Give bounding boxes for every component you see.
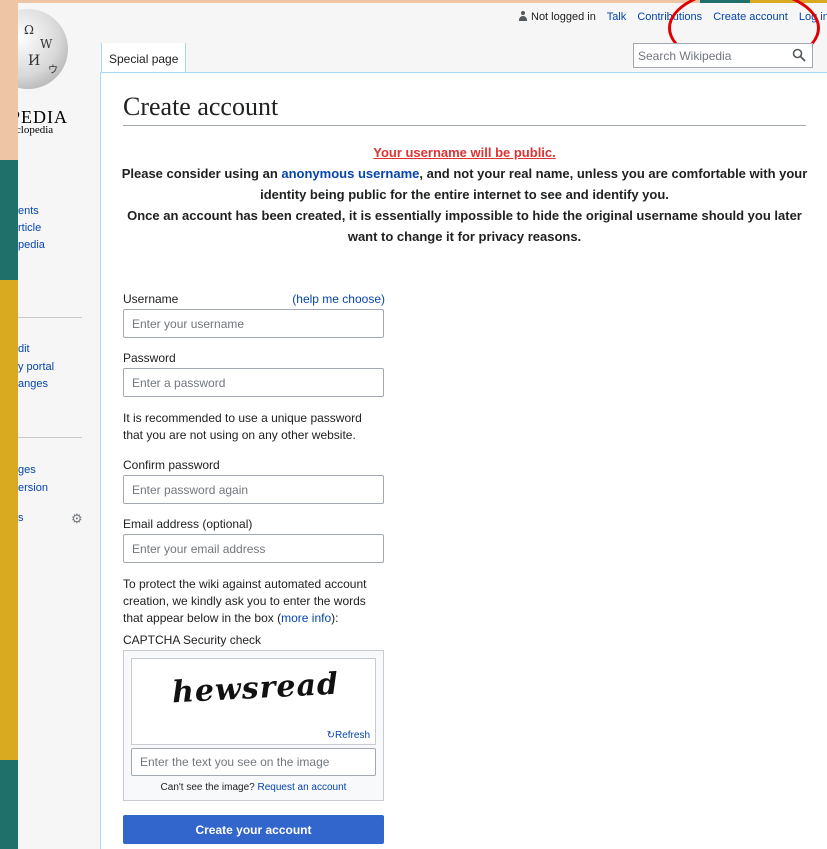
- captcha-image: hewsread ↻Refresh: [131, 658, 376, 745]
- sidebar-item-languages[interactable]: s: [18, 512, 24, 524]
- search-box: [633, 43, 813, 68]
- warning-anonymity-text: Please consider using an anonymous usern…: [121, 166, 808, 202]
- refresh-icon: ↻: [326, 730, 335, 741]
- email-label: Email address (optional): [123, 517, 253, 531]
- create-account-button[interactable]: Create your account: [123, 815, 384, 844]
- search-input[interactable]: [634, 44, 789, 67]
- user-icon: [518, 11, 528, 21]
- captcha-note: To protect the wiki against automated ac…: [123, 577, 367, 625]
- gear-icon[interactable]: ⚙: [71, 511, 83, 527]
- password-input[interactable]: [123, 368, 384, 397]
- username-input[interactable]: [123, 309, 384, 338]
- wikipedia-globe-logo[interactable]: Ω W И ウ: [18, 9, 68, 89]
- help-me-choose-link[interactable]: (help me choose): [292, 292, 385, 306]
- sidebar-item-about-wikipedia[interactable]: pedia: [18, 239, 45, 251]
- sidebar-item-printable-version[interactable]: ersion: [18, 482, 48, 494]
- left-edge-decoration: [0, 0, 18, 849]
- sidebar-item-current-events[interactable]: ents: [18, 205, 39, 217]
- email-field-group: Email address (optional): [123, 517, 385, 563]
- refresh-captcha-button[interactable]: ↻Refresh: [327, 730, 370, 741]
- main-content: Create account Your username will be pub…: [100, 72, 827, 849]
- sidebar-divider: [18, 437, 82, 438]
- captcha-label: CAPTCHA Security check: [123, 633, 262, 647]
- search-icon[interactable]: [792, 48, 806, 62]
- warning-public-notice: Your username will be public.: [373, 145, 556, 160]
- sidebar-item-random-article[interactable]: rticle: [18, 222, 41, 234]
- captcha-word: hewsread: [171, 666, 340, 711]
- sidebar: Ω W И ウ PEDIA ncyclopedia ents rticle pe…: [18, 3, 100, 849]
- sidebar-item-recent-changes[interactable]: anges: [18, 378, 48, 390]
- email-input[interactable]: [123, 534, 384, 563]
- confirm-password-label: Confirm password: [123, 458, 220, 472]
- password-field-group: Password: [123, 351, 385, 397]
- more-info-link[interactable]: more info: [281, 611, 331, 625]
- password-note: It is recommended to use a unique passwo…: [123, 411, 362, 442]
- talk-link[interactable]: Talk: [607, 11, 627, 23]
- captcha-help: Can't see the image? Request an account: [160, 782, 347, 793]
- page-title: Create account: [123, 92, 806, 126]
- captcha-input[interactable]: [131, 748, 376, 776]
- not-logged-in-status: Not logged in: [518, 11, 596, 23]
- username-label: Username: [123, 292, 179, 306]
- warning-permanence-text: Once an account has been created, it is …: [127, 208, 802, 244]
- request-account-link[interactable]: Request an account: [258, 782, 347, 793]
- password-label: Password: [123, 351, 176, 365]
- captcha-box: hewsread ↻Refresh Can't see the image? R…: [123, 650, 384, 801]
- tab-special-page[interactable]: Special page: [101, 43, 187, 73]
- confirm-password-input[interactable]: [123, 475, 384, 504]
- sidebar-item-special-pages[interactable]: ges: [18, 464, 36, 476]
- sidebar-item-community-portal[interactable]: y portal: [18, 361, 54, 373]
- username-field-group: Username (help me choose): [123, 292, 385, 338]
- username-public-warning: Your username will be public. Please con…: [101, 142, 827, 247]
- confirm-password-field-group: Confirm password: [123, 458, 385, 504]
- wikipedia-tagline: ncyclopedia: [18, 124, 54, 136]
- sidebar-item-learn-to-edit[interactable]: dit: [18, 343, 30, 355]
- sidebar-divider: [18, 317, 82, 318]
- anonymous-username-link[interactable]: anonymous username: [281, 166, 419, 181]
